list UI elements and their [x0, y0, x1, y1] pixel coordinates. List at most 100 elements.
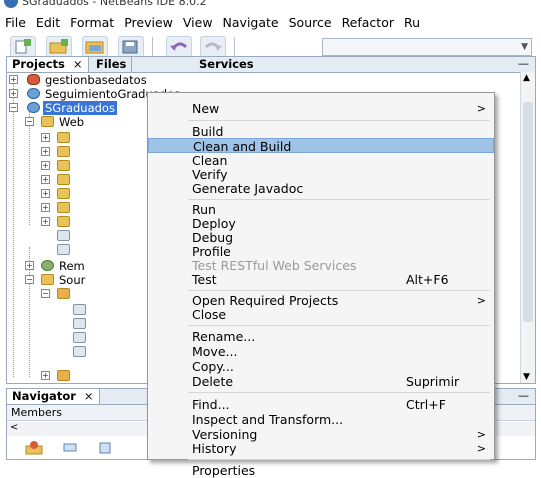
collapse-icon[interactable]: −: [41, 289, 50, 298]
menu-file[interactable]: File: [0, 15, 31, 30]
menu-item-versioning[interactable]: Versioning >: [148, 427, 494, 442]
expand-icon[interactable]: +: [41, 161, 50, 170]
tree-item-folder[interactable]: +: [7, 201, 147, 215]
menu-item-new[interactable]: New >: [148, 101, 494, 116]
scroll-down-icon[interactable]: ▼: [523, 372, 530, 382]
expand-icon[interactable]: +: [41, 203, 50, 212]
tree-item-folder[interactable]: +: [7, 187, 147, 201]
collapse-icon[interactable]: −: [9, 103, 18, 112]
menu-bar: File Edit Format Preview View Navigate S…: [0, 11, 541, 33]
tree-item-file[interactable]: [7, 243, 147, 257]
tree-item-file[interactable]: [7, 331, 147, 345]
filter-fields-icon[interactable]: [25, 440, 43, 456]
web-pages-folder-icon: [41, 116, 54, 127]
menu-item-label: Open Required Projects: [192, 293, 339, 308]
tree-item-folder[interactable]: +: [7, 131, 147, 145]
tree-scrollbar[interactable]: ▲ ▼: [520, 72, 535, 383]
menu-item-label: History: [192, 441, 237, 456]
tree-item-folder[interactable]: +: [7, 215, 147, 229]
scroll-up-icon[interactable]: ▲: [523, 73, 530, 83]
menu-item-label: Clean and Build: [193, 139, 292, 154]
filter-static-icon[interactable]: [63, 442, 77, 454]
menu-item-verify[interactable]: Verify: [148, 167, 494, 182]
menu-item-open-required-projects[interactable]: Open Required Projects >: [148, 293, 494, 308]
tree-item-gestionbasedatos[interactable]: + gestionbasedatos: [7, 73, 507, 87]
menu-item-run[interactable]: Run: [148, 202, 494, 217]
expand-icon[interactable]: +: [41, 189, 50, 198]
menu-source[interactable]: Source: [284, 15, 337, 30]
expand-icon[interactable]: +: [41, 175, 50, 184]
tree-item-folder[interactable]: +: [7, 173, 147, 187]
menu-item-label: Move...: [192, 344, 238, 359]
open-project-icon[interactable]: [82, 36, 108, 58]
submenu-arrow-icon: >: [476, 102, 486, 115]
expand-icon[interactable]: +: [41, 147, 50, 156]
menu-item-label: Delete: [192, 374, 234, 389]
menu-navigate[interactable]: Navigate: [218, 15, 284, 30]
tree-item-file[interactable]: [7, 229, 147, 243]
collapse-icon[interactable]: −: [25, 275, 34, 284]
menu-item-debug[interactable]: Debug: [148, 230, 494, 245]
menu-item-properties[interactable]: Properties: [148, 463, 494, 478]
menu-item-deploy[interactable]: Deploy: [148, 216, 494, 231]
tree-item-package[interactable]: +: [7, 369, 147, 383]
filter-nonpublic-icon[interactable]: [99, 442, 113, 454]
close-icon[interactable]: ×: [73, 57, 83, 71]
menu-item-profile[interactable]: Profile: [148, 244, 494, 259]
tree-item-source-files[interactable]: − Sour: [7, 273, 147, 287]
tree-item-package[interactable]: −: [7, 287, 147, 301]
projects-tab-strip: Projects × Files Services —: [7, 57, 535, 73]
expand-icon[interactable]: +: [41, 371, 50, 380]
tree-item-file[interactable]: [7, 345, 147, 359]
tree-item-remote-files[interactable]: + Rem: [7, 259, 147, 273]
menu-item-rename[interactable]: Rename...: [148, 329, 494, 344]
expand-icon[interactable]: +: [9, 89, 18, 98]
chevron-down-icon: ▼: [521, 42, 528, 52]
menu-edit[interactable]: Edit: [31, 15, 65, 30]
tree-item-file[interactable]: [7, 317, 147, 331]
minimize-icon[interactable]: —: [518, 389, 529, 402]
expand-icon[interactable]: +: [41, 133, 50, 142]
tab-projects[interactable]: Projects ×: [7, 57, 89, 72]
menu-item-clean-and-build[interactable]: Clean and Build: [148, 138, 494, 154]
menu-run[interactable]: Ru: [399, 15, 425, 30]
new-project-icon[interactable]: [46, 36, 72, 58]
expand-icon[interactable]: +: [25, 261, 34, 270]
menu-item-delete[interactable]: Delete Suprimir: [148, 374, 494, 389]
tree-item-folder[interactable]: +: [7, 159, 147, 173]
save-all-icon[interactable]: [118, 36, 144, 58]
configuration-combo[interactable]: ▼: [322, 38, 532, 56]
expand-icon[interactable]: +: [41, 217, 50, 226]
tree-item-file[interactable]: [7, 303, 147, 317]
tree-item-label: Web: [59, 115, 85, 129]
folder-icon: [57, 188, 70, 199]
menu-item-history[interactable]: History >: [148, 441, 494, 456]
tab-files[interactable]: Files: [91, 57, 133, 72]
new-file-icon[interactable]: [10, 36, 36, 58]
tree-item-web-pages[interactable]: − Web: [7, 115, 147, 129]
close-icon[interactable]: ×: [84, 389, 94, 403]
tab-navigator[interactable]: Navigator ×: [7, 389, 100, 404]
tree-item-folder[interactable]: +: [7, 145, 147, 159]
menu-item-build[interactable]: Build: [148, 124, 494, 139]
minimize-icon[interactable]: —: [518, 57, 529, 70]
menu-item-inspect-and-transform[interactable]: Inspect and Transform...: [148, 412, 494, 427]
menu-item-clean[interactable]: Clean: [148, 153, 494, 168]
scroll-left-icon[interactable]: <: [10, 422, 18, 433]
menu-refactor[interactable]: Refactor: [337, 15, 399, 30]
menu-view[interactable]: View: [178, 15, 218, 30]
menu-item-close[interactable]: Close: [148, 307, 494, 322]
tab-services[interactable]: Services: [177, 57, 259, 72]
menu-item-copy[interactable]: Copy...: [148, 359, 494, 374]
menu-item-test[interactable]: Test Alt+F6: [148, 272, 494, 287]
redo-icon[interactable]: [200, 36, 226, 58]
expand-icon[interactable]: +: [9, 75, 18, 84]
undo-icon[interactable]: [166, 36, 192, 58]
menu-item-find[interactable]: Find... Ctrl+F: [148, 397, 494, 412]
menu-item-move[interactable]: Move...: [148, 344, 494, 359]
menu-format[interactable]: Format: [65, 15, 119, 30]
menu-item-generate-javadoc[interactable]: Generate Javadoc: [148, 181, 494, 196]
menu-preview[interactable]: Preview: [119, 15, 178, 30]
scrollbar-thumb[interactable]: [523, 102, 533, 322]
collapse-icon[interactable]: −: [25, 117, 34, 126]
